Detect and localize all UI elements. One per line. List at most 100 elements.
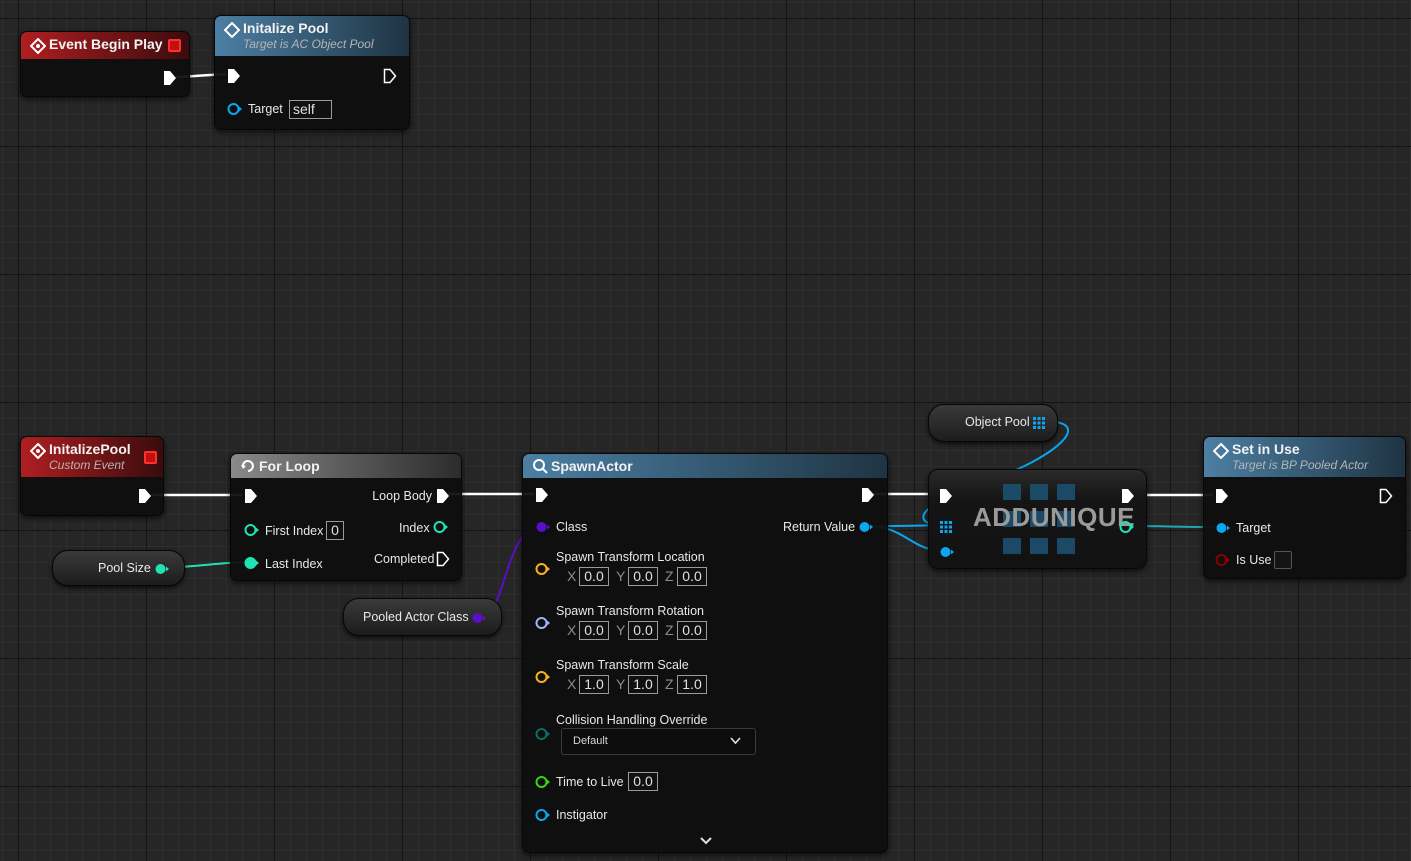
- target-label: Target: [248, 102, 283, 116]
- exec-in-pin[interactable]: [535, 487, 549, 503]
- instigator-label: Instigator: [556, 808, 608, 822]
- index-out-pin[interactable]: [433, 520, 449, 534]
- axis-z-label: Z: [665, 676, 674, 692]
- last-index-label: Last Index: [265, 557, 323, 571]
- completed-label: Completed: [374, 552, 435, 566]
- scale-z-field[interactable]: 1.0: [677, 675, 707, 694]
- spawn-location-label: Spawn Transform Location: [556, 550, 705, 564]
- exec-out-pin[interactable]: [861, 487, 875, 503]
- last-index-pin[interactable]: [244, 556, 260, 570]
- object-pool-variable-node[interactable]: Object Pool: [928, 404, 1058, 442]
- exec-out-pin[interactable]: [383, 68, 397, 84]
- class-label: Class: [556, 520, 588, 534]
- index-out-pin[interactable]: [1119, 520, 1135, 534]
- is-use-label: Is Use: [1236, 553, 1272, 567]
- node-title: InitalizePool: [49, 441, 131, 457]
- pooled-actor-class-variable-node[interactable]: Pooled Actor Class: [343, 598, 502, 636]
- completed-exec-pin[interactable]: [436, 551, 450, 567]
- class-in-pin[interactable]: [535, 520, 551, 534]
- exec-out-pin[interactable]: [163, 70, 177, 86]
- event-icon: [30, 443, 46, 459]
- add-unique-node[interactable]: ADDUNIQUE: [928, 469, 1147, 569]
- instigator-pin[interactable]: [535, 808, 551, 822]
- node-title: ADDUNIQUE: [973, 502, 1135, 532]
- location-vector-pin[interactable]: [535, 562, 551, 576]
- exec-out-pin[interactable]: [138, 488, 152, 504]
- event-delegate-pin[interactable]: [168, 39, 181, 52]
- axis-x-label: X: [567, 568, 577, 584]
- event-begin-play-node[interactable]: Event Begin Play: [20, 31, 190, 97]
- exec-in-pin[interactable]: [244, 488, 258, 504]
- scale-vector-pin[interactable]: [535, 670, 551, 684]
- node-subtitle: Custom Event: [49, 458, 125, 472]
- axis-z-label: Z: [665, 622, 674, 638]
- event-delegate-pin[interactable]: [144, 451, 157, 464]
- variable-label: Pool Size: [98, 561, 151, 575]
- time-to-live-label: Time to Live: [556, 775, 624, 789]
- time-to-live-pin[interactable]: [535, 775, 551, 789]
- node-subtitle: Target is BP Pooled Actor: [1232, 458, 1369, 472]
- time-to-live-field[interactable]: 0.0: [628, 772, 658, 791]
- initalize-pool-function-node[interactable]: Initalize Pool Target is AC Object Pool …: [214, 15, 410, 130]
- collision-enum-pin[interactable]: [535, 727, 551, 741]
- exec-out-pin[interactable]: [1379, 488, 1393, 504]
- collision-handling-dropdown[interactable]: Default: [561, 728, 756, 755]
- first-index-label: First Index: [265, 524, 324, 538]
- exec-in-pin[interactable]: [1215, 488, 1229, 504]
- dropdown-value: Default: [573, 735, 608, 747]
- first-index-pin[interactable]: [244, 523, 260, 537]
- spawn-icon: [533, 459, 548, 474]
- variable-label: Object Pool: [965, 415, 1030, 429]
- function-icon: [1213, 443, 1229, 459]
- class-out-pin[interactable]: [471, 611, 487, 625]
- set-in-use-function-node[interactable]: Set in Use Target is BP Pooled Actor Tar…: [1203, 436, 1406, 579]
- expand-arrow-icon[interactable]: [700, 837, 712, 845]
- scale-y-field[interactable]: 1.0: [628, 675, 658, 694]
- target-array-pin[interactable]: [939, 520, 953, 534]
- rotation-x-field[interactable]: 0.0: [579, 621, 609, 640]
- initalize-pool-custom-event-node[interactable]: InitalizePool Custom Event: [20, 436, 164, 516]
- is-use-checkbox[interactable]: [1274, 551, 1292, 569]
- chevron-down-icon: [730, 737, 741, 745]
- rotation-z-field[interactable]: 0.0: [677, 621, 707, 640]
- exec-in-pin[interactable]: [939, 488, 953, 504]
- axis-y-label: Y: [616, 676, 626, 692]
- axis-z-label: Z: [665, 568, 674, 584]
- function-icon: [224, 22, 240, 38]
- spawn-scale-label: Spawn Transform Scale: [556, 658, 689, 672]
- axis-x-label: X: [567, 622, 577, 638]
- array-out-pin[interactable]: [1032, 416, 1046, 430]
- rotation-pin[interactable]: [535, 616, 551, 630]
- target-object-pin[interactable]: [227, 102, 243, 116]
- loop-body-exec-pin[interactable]: [436, 488, 450, 504]
- exec-out-pin[interactable]: [1121, 488, 1135, 504]
- item-in-pin[interactable]: [939, 545, 955, 559]
- spawn-rotation-label: Spawn Transform Rotation: [556, 604, 704, 618]
- node-title: SpawnActor: [551, 458, 633, 474]
- axis-y-label: Y: [616, 568, 626, 584]
- node-subtitle: Target is AC Object Pool: [243, 37, 374, 51]
- first-index-field[interactable]: 0: [326, 521, 344, 540]
- target-object-pin[interactable]: [1215, 521, 1231, 535]
- integer-out-pin[interactable]: [154, 562, 170, 576]
- for-loop-node[interactable]: For Loop Loop Body First Index 0 Index L…: [230, 453, 462, 581]
- node-title: Event Begin Play: [49, 36, 163, 52]
- return-value-pin[interactable]: [858, 520, 874, 534]
- location-x-field[interactable]: 0.0: [579, 567, 609, 586]
- location-y-field[interactable]: 0.0: [628, 567, 658, 586]
- is-use-bool-pin[interactable]: [1215, 553, 1231, 567]
- location-z-field[interactable]: 0.0: [677, 567, 707, 586]
- return-value-label: Return Value: [783, 520, 856, 534]
- exec-in-pin[interactable]: [227, 68, 241, 84]
- pool-size-variable-node[interactable]: Pool Size: [52, 550, 185, 586]
- node-title: For Loop: [259, 458, 320, 474]
- loop-body-label: Loop Body: [372, 489, 432, 503]
- target-self-field[interactable]: self: [289, 100, 332, 119]
- scale-x-field[interactable]: 1.0: [579, 675, 609, 694]
- rotation-y-field[interactable]: 0.0: [628, 621, 658, 640]
- spawn-actor-node[interactable]: SpawnActor Class Return Value Spawn Tran…: [522, 453, 888, 853]
- index-label: Index: [399, 521, 430, 535]
- event-icon: [30, 38, 46, 54]
- collision-handling-label: Collision Handling Override: [556, 713, 708, 727]
- axis-y-label: Y: [616, 622, 626, 638]
